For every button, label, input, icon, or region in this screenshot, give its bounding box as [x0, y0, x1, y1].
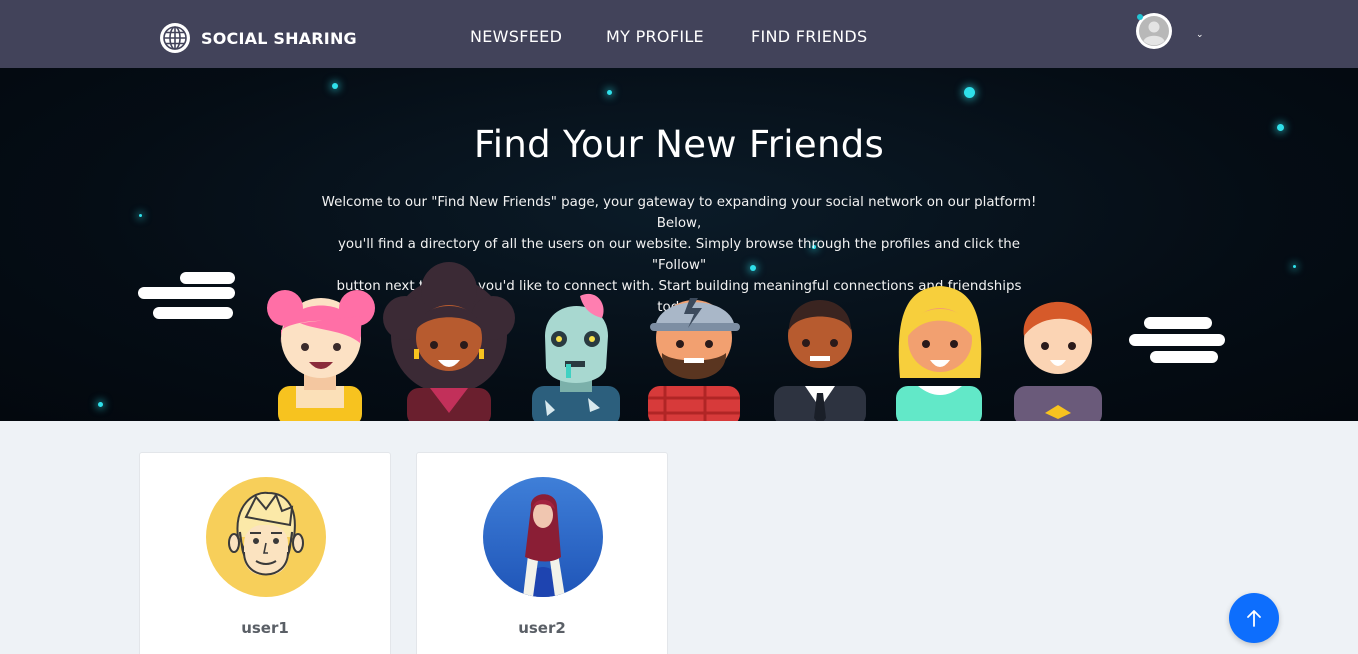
- brand-name: SOCIAL SHARING: [201, 28, 357, 48]
- brand-link[interactable]: SOCIAL SHARING: [159, 22, 357, 54]
- characters-illustration: [138, 262, 1225, 421]
- arrow-up-icon: [1247, 610, 1261, 627]
- username[interactable]: user1: [140, 619, 390, 637]
- nav-my-profile[interactable]: MY PROFILE: [606, 27, 704, 46]
- navbar: SOCIAL SHARING NEWSFEED MY PROFILE FIND …: [0, 0, 1358, 68]
- user-avatar[interactable]: [206, 477, 326, 597]
- user-card[interactable]: user2: [416, 452, 668, 654]
- character-red-hair-boy: [1014, 301, 1102, 421]
- character-curly-hair-woman: [383, 262, 515, 421]
- scroll-to-top-button[interactable]: [1229, 593, 1279, 643]
- globe-icon: [160, 23, 190, 53]
- character-man-with-tie: [774, 300, 866, 421]
- character-zombie: [532, 293, 620, 421]
- character-blonde-girl: [896, 286, 982, 421]
- online-status-dot: [1137, 14, 1143, 20]
- user-avatar-icon: [1139, 16, 1169, 46]
- cartoon-avatar-image: [206, 477, 326, 597]
- character-bearded-man: [648, 298, 740, 421]
- cloud-left: [138, 272, 235, 319]
- photo-avatar-image: [483, 477, 603, 597]
- character-pink-hair-girl: [267, 290, 375, 421]
- chevron-down-icon[interactable]: ⌄: [1196, 30, 1204, 40]
- username[interactable]: user2: [417, 619, 667, 637]
- nav-find-friends[interactable]: FIND FRIENDS: [751, 27, 868, 46]
- nav-newsfeed[interactable]: NEWSFEED: [470, 27, 562, 46]
- cloud-right: [1129, 317, 1225, 363]
- user-card[interactable]: user1: [139, 452, 391, 654]
- hero-banner: Find Your New Friends Welcome to our "Fi…: [0, 68, 1358, 421]
- user-avatar[interactable]: [483, 477, 603, 597]
